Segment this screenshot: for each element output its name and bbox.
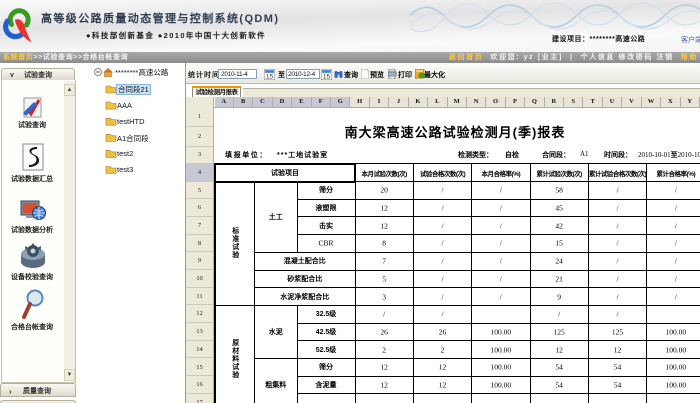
svg-text:15: 15 (323, 73, 331, 80)
svg-text:15: 15 (266, 73, 274, 80)
